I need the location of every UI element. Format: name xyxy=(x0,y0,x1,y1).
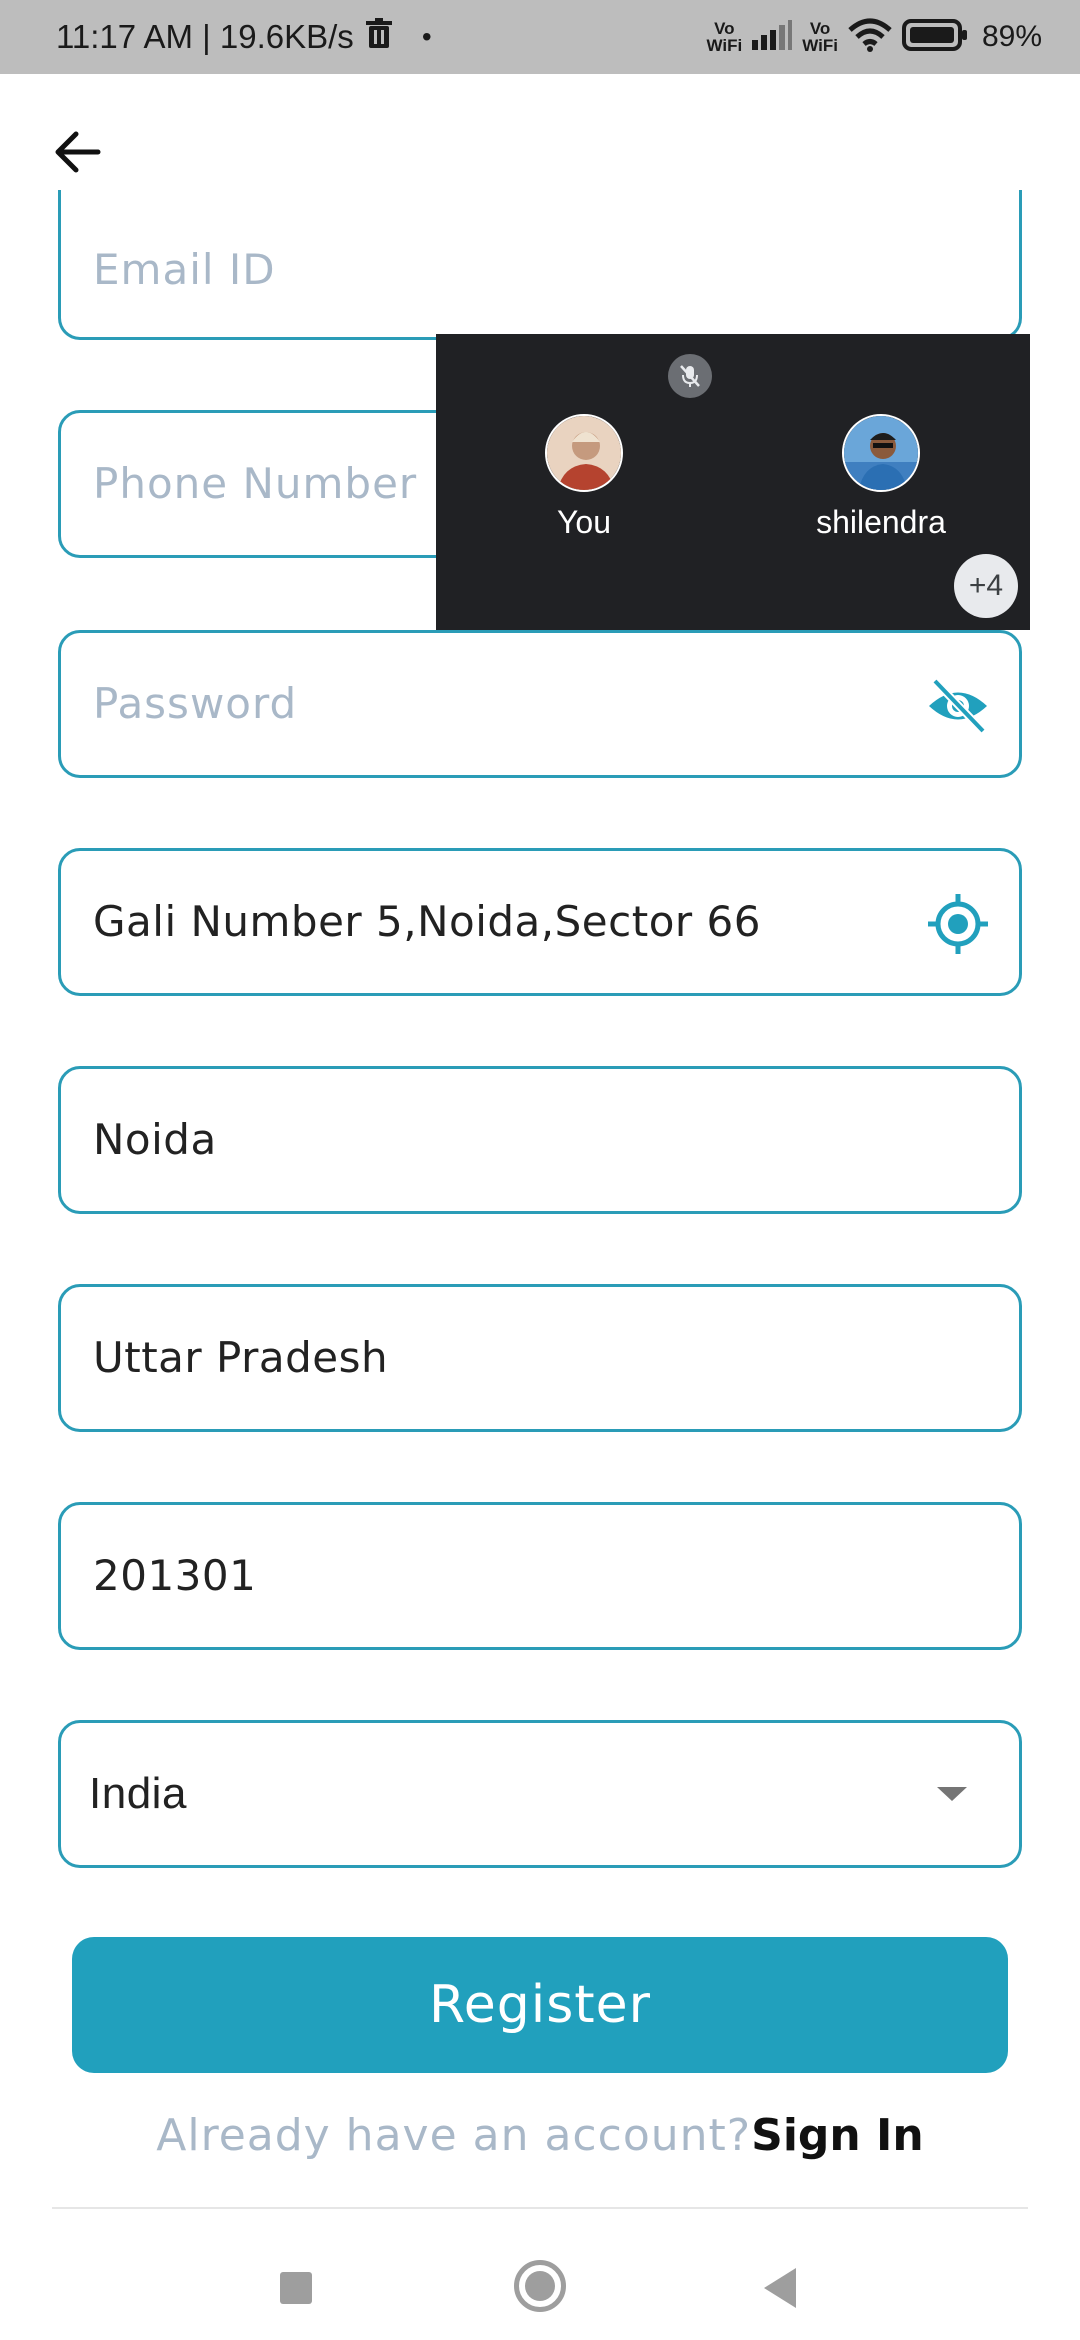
status-bar: 11:17 AM | 19.6KB/s • Vo WiFi Vo WiFi 89… xyxy=(0,0,1080,74)
system-nav-bar xyxy=(0,2210,1080,2340)
participant-name: You xyxy=(557,504,611,540)
email-placeholder: Email ID xyxy=(93,245,276,294)
call-overlay[interactable]: You shilendra +4 xyxy=(436,334,1030,630)
pincode-value: 201301 xyxy=(93,1551,257,1600)
email-field[interactable]: Email ID xyxy=(58,190,1022,340)
trash-icon xyxy=(365,18,392,56)
dropdown-caret-icon xyxy=(937,1787,967,1801)
vowifi-1-top: Vo xyxy=(714,19,735,38)
eye-off-icon[interactable] xyxy=(925,673,991,739)
status-right: Vo WiFi Vo WiFi 89% xyxy=(706,0,1042,74)
sign-in-row: Already have an account? Sign In xyxy=(0,2100,1080,2170)
more-participants-badge[interactable]: +4 xyxy=(954,554,1018,618)
nav-back-icon[interactable] xyxy=(764,2268,796,2308)
avatar xyxy=(545,414,623,492)
wifi-icon xyxy=(848,18,892,57)
signal-icon xyxy=(752,19,793,55)
state-value: Uttar Pradesh xyxy=(93,1333,389,1382)
register-button[interactable]: Register xyxy=(72,1937,1008,2073)
notification-dot-icon: • xyxy=(421,21,432,52)
vowifi-1-bottom: WiFi xyxy=(706,36,743,55)
recent-apps-icon[interactable] xyxy=(280,2272,312,2304)
gps-location-icon[interactable] xyxy=(925,891,991,957)
vowifi-2-top: Vo xyxy=(809,19,831,38)
country-select[interactable]: India xyxy=(58,1720,1022,1868)
back-arrow-icon[interactable] xyxy=(50,124,106,180)
city-value: Noida xyxy=(93,1115,217,1164)
participant-name: shilendra xyxy=(816,504,946,540)
vowifi-indicator-1: Vo WiFi xyxy=(706,20,742,54)
phone-placeholder: Phone Number xyxy=(93,459,418,508)
sign-in-link[interactable]: Sign In xyxy=(751,2110,924,2161)
bottom-divider xyxy=(52,2207,1028,2209)
city-field[interactable]: Noida xyxy=(58,1066,1022,1214)
address-value: Gali Number 5,Noida,Sector 66 xyxy=(93,897,761,946)
battery-icon xyxy=(901,18,968,56)
home-icon[interactable] xyxy=(514,2260,566,2312)
pincode-field[interactable]: 201301 xyxy=(58,1502,1022,1650)
participant-you[interactable]: You xyxy=(484,414,684,541)
already-account-text: Already have an account? xyxy=(156,2109,752,2161)
vowifi-indicator-2: Vo WiFi xyxy=(802,20,838,54)
vowifi-2-bottom: WiFi xyxy=(802,36,838,55)
status-time-speed: 11:17 AM | 19.6KB/s xyxy=(56,18,354,55)
address-field[interactable]: Gali Number 5,Noida,Sector 66 xyxy=(58,848,1022,996)
avatar xyxy=(842,414,920,492)
password-field[interactable]: Password xyxy=(58,630,1022,778)
status-left: 11:17 AM | 19.6KB/s • xyxy=(56,0,432,74)
participant-shilendra[interactable]: shilendra xyxy=(781,414,981,541)
password-placeholder: Password xyxy=(93,679,298,728)
battery-percent: 89% xyxy=(981,20,1042,53)
mic-off-icon xyxy=(668,354,712,398)
state-field[interactable]: Uttar Pradesh xyxy=(58,1284,1022,1432)
country-value: India xyxy=(89,1769,187,1818)
